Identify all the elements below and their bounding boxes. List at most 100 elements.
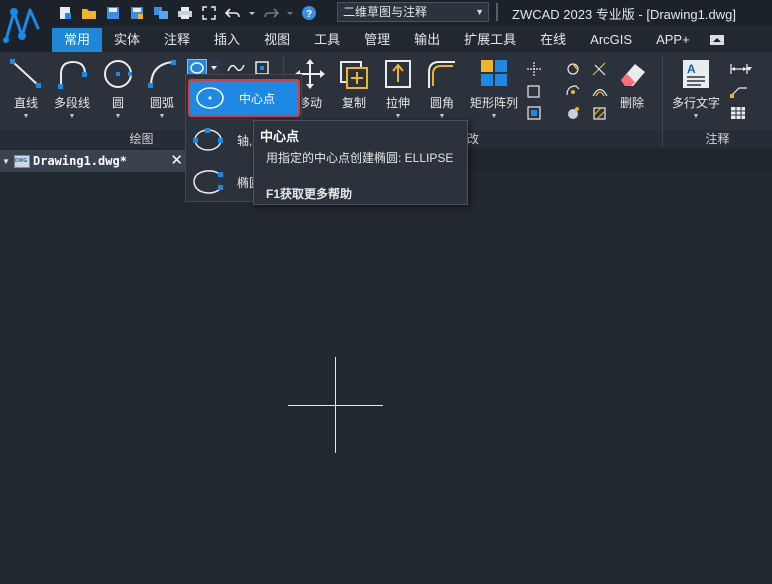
document-tab[interactable]: ▼ Drawing1.dwg* ✕ xyxy=(0,150,188,172)
stretch-tool-button[interactable]: 拉伸 ▼ xyxy=(380,58,416,120)
arc-tool-button[interactable]: 圆弧 ▼ xyxy=(144,58,180,120)
ellipse-center-label: 中心点 xyxy=(239,91,276,106)
command-tooltip: 中心点 用指定的中心点创建椭圆: ELLIPSE F1获取更多帮助 xyxy=(253,120,468,205)
close-icon[interactable]: ✕ xyxy=(170,151,183,169)
open-icon[interactable] xyxy=(80,4,98,22)
ellipse-arc-icon xyxy=(191,167,225,197)
undo-dropdown-icon[interactable] xyxy=(248,4,256,22)
stretch-icon xyxy=(380,58,416,90)
mtext-icon: A xyxy=(678,58,714,90)
tooltip-description: 用指定的中心点创建椭圆: ELLIPSE xyxy=(266,151,454,165)
crosshair-vertical xyxy=(335,357,336,453)
saveas-icon[interactable] xyxy=(128,4,146,22)
dimension-tool-button[interactable] xyxy=(728,60,754,78)
quick-access-toolbar: ? xyxy=(56,3,318,23)
explode-tool-button[interactable] xyxy=(563,104,583,122)
tab-output[interactable]: 输出 xyxy=(402,28,452,52)
extend-tool-button[interactable] xyxy=(590,60,610,78)
circle-icon xyxy=(100,58,136,90)
tab-online[interactable]: 在线 xyxy=(528,28,578,52)
tab-app-plus[interactable]: APP+ xyxy=(644,28,702,52)
tab-solid[interactable]: 实体 xyxy=(102,28,152,52)
scale-icon xyxy=(527,85,540,98)
ellipse-center-option[interactable]: 中心点 xyxy=(188,79,300,117)
erase-tool-button[interactable]: 删除 xyxy=(614,58,650,111)
join-icon xyxy=(592,88,608,97)
mirror-icon xyxy=(567,63,579,75)
multi-save-icon[interactable] xyxy=(152,4,170,22)
line-icon xyxy=(8,58,44,90)
hatch-icon xyxy=(593,107,606,120)
tab-view[interactable]: 视图 xyxy=(252,28,302,52)
trim-icon xyxy=(527,62,541,76)
workspace-value: 二维草图与注释 xyxy=(343,5,428,19)
fillet-icon xyxy=(424,58,460,90)
arc-icon xyxy=(144,58,180,90)
fullscreen-icon[interactable] xyxy=(200,4,218,22)
ellipse-icon xyxy=(190,62,204,74)
leader-icon xyxy=(730,87,747,98)
trim-tool-button[interactable] xyxy=(524,60,544,78)
tab-menu-icon[interactable]: ▼ xyxy=(0,157,12,166)
chevron-down-icon: ▼ xyxy=(475,7,484,17)
app-logo-icon[interactable] xyxy=(0,0,52,52)
tooltip-title: 中心点 xyxy=(260,129,300,144)
svg-text:?: ? xyxy=(306,9,312,20)
chevron-down-icon xyxy=(211,66,217,70)
new-icon[interactable] xyxy=(56,4,74,22)
polyline-icon xyxy=(54,58,90,90)
extend-icon xyxy=(592,62,606,76)
print-icon[interactable] xyxy=(176,4,194,22)
ribbon-minimize-icon[interactable] xyxy=(709,35,724,45)
rotate-icon xyxy=(566,85,580,96)
tab-extend-tools[interactable]: 扩展工具 xyxy=(452,28,528,52)
copy-tool-button[interactable]: 复制 xyxy=(336,58,372,111)
circle-tool-button[interactable]: 圆 ▼ xyxy=(100,58,136,120)
line-tool-button[interactable]: 直线 ▼ xyxy=(8,58,44,120)
ellipse-axis-icon xyxy=(191,125,225,155)
dwg-file-icon xyxy=(14,154,30,168)
tooltip-help: F1获取更多帮助 xyxy=(266,187,353,201)
tab-annotate[interactable]: 注释 xyxy=(152,28,202,52)
table-icon xyxy=(731,107,745,119)
table-tool-button[interactable] xyxy=(728,104,754,122)
offset-tool-button[interactable] xyxy=(524,104,544,122)
workspace-select[interactable]: 二维草图与注释 ▼ xyxy=(337,2,489,22)
rect-array-icon xyxy=(476,58,512,90)
polyline-tool-button[interactable]: 多段线 ▼ xyxy=(54,58,90,120)
annotation-panel-footer[interactable]: 注释 xyxy=(663,130,772,148)
ribbon-tabs: 常用 实体 注释 插入 视图 工具 管理 输出 扩展工具 在线 ArcGIS A… xyxy=(52,28,724,52)
tab-insert[interactable]: 插入 xyxy=(202,28,252,52)
undo-icon[interactable] xyxy=(224,4,242,22)
save-icon[interactable] xyxy=(104,4,122,22)
offset-icon xyxy=(527,106,541,120)
ellipse-center-icon xyxy=(193,83,227,113)
spline-icon xyxy=(227,64,245,72)
tab-home[interactable]: 常用 xyxy=(52,28,103,52)
svg-text:A: A xyxy=(687,62,696,76)
tab-manage[interactable]: 管理 xyxy=(352,28,402,52)
eraser-icon xyxy=(614,58,650,90)
redo-dropdown-icon[interactable] xyxy=(286,4,294,22)
join-tool-button[interactable] xyxy=(590,82,610,100)
tab-tools[interactable]: 工具 xyxy=(302,28,352,52)
ellipse-axis-label: 轴, xyxy=(237,133,253,148)
drawing-canvas[interactable] xyxy=(0,172,772,584)
modify-panel-label: 改 xyxy=(466,132,479,146)
array-tool-button[interactable]: 矩形阵列 ▼ xyxy=(470,58,518,120)
fillet-tool-button[interactable]: 圆角 ▼ xyxy=(424,58,460,120)
title-separator xyxy=(496,3,498,21)
dimension-icon xyxy=(730,64,752,74)
help-icon[interactable]: ? xyxy=(300,4,318,22)
document-tab-label: Drawing1.dwg* xyxy=(33,154,127,168)
rotate-tool-button[interactable] xyxy=(563,82,583,100)
redo-icon[interactable] xyxy=(262,4,280,22)
tab-arcgis[interactable]: ArcGIS xyxy=(578,28,644,52)
mtext-tool-button[interactable]: A 多行文字 ▼ xyxy=(672,58,720,120)
scale-tool-button[interactable] xyxy=(524,82,544,100)
mirror-tool-button[interactable] xyxy=(563,60,583,78)
window-title: ZWCAD 2023 专业版 - [Drawing1.dwg] xyxy=(512,7,736,22)
explode-icon xyxy=(568,107,579,119)
hatch-tool-button[interactable] xyxy=(590,104,610,122)
leader-tool-button[interactable] xyxy=(728,82,754,100)
